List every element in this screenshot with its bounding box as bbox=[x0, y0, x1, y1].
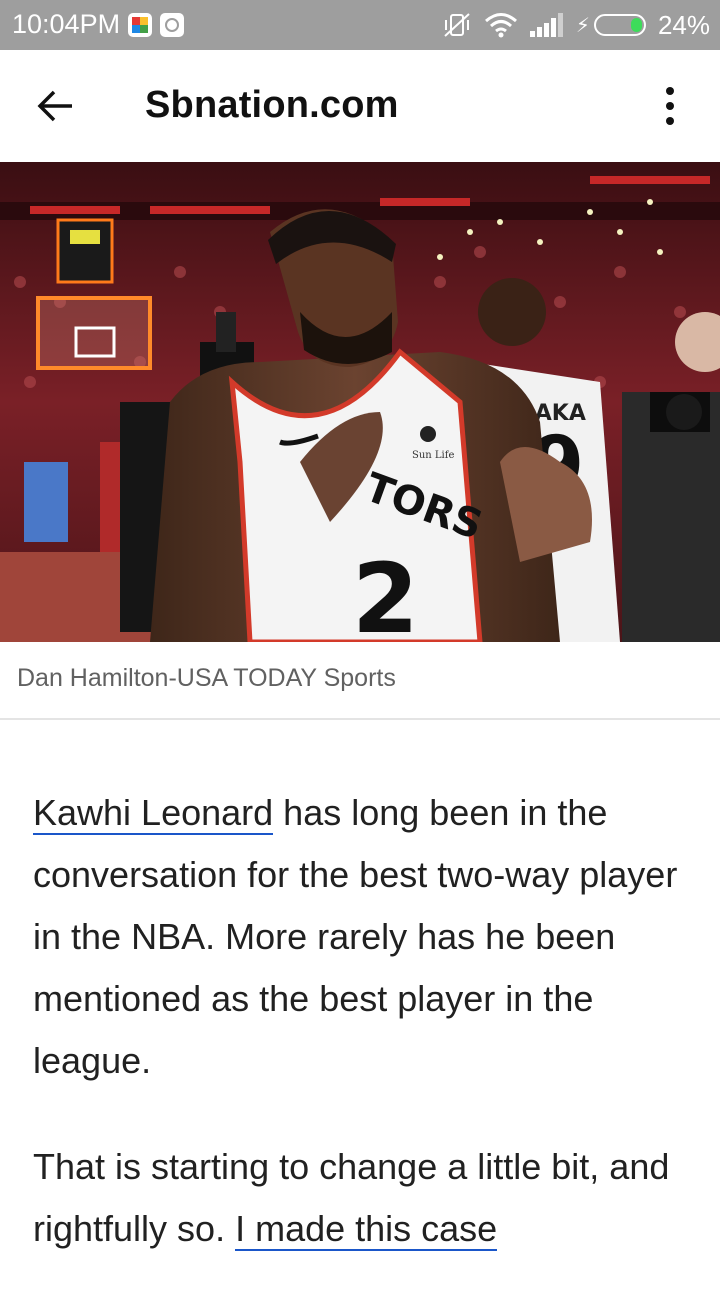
wifi-icon bbox=[484, 13, 517, 38]
back-button[interactable] bbox=[26, 76, 86, 136]
vibrate-off-icon bbox=[444, 13, 470, 37]
status-time: 10:04PM bbox=[12, 9, 121, 39]
battery-percent: 24% bbox=[657, 9, 710, 40]
status-bar: 10:04PM ⚡ 24% bbox=[0, 0, 720, 50]
basketball-photo: BAKA 9 Sun Life TORS 2 bbox=[0, 162, 720, 642]
photos-notification-icon bbox=[128, 13, 152, 37]
paragraph-text: has long been in the conversation for th… bbox=[33, 792, 678, 1081]
svg-text:Sun Life: Sun Life bbox=[412, 450, 454, 461]
case-link[interactable]: I made this case bbox=[235, 1208, 498, 1251]
more-options-button[interactable] bbox=[640, 76, 700, 136]
arrow-left-icon bbox=[37, 90, 72, 122]
battery-icon bbox=[593, 14, 646, 36]
charging-icon: ⚡ bbox=[575, 14, 590, 37]
photo-credit: Dan Hamilton-USA TODAY Sports bbox=[17, 664, 396, 692]
article-paragraph: That is starting to change a little bit,… bbox=[33, 1136, 693, 1260]
article-paragraph: Kawhi Leonard has long been in the conve… bbox=[33, 782, 693, 1092]
status-icons: ⚡ 24% bbox=[442, 9, 710, 41]
image-caption: Dan Hamilton-USA TODAY Sports bbox=[0, 642, 720, 720]
game-notification-icon bbox=[160, 13, 184, 37]
app-bar: Sbnation.com bbox=[0, 50, 720, 162]
battery-level-fill bbox=[630, 18, 642, 32]
more-vertical-icon bbox=[666, 87, 674, 125]
player-link[interactable]: Kawhi Leonard bbox=[33, 792, 274, 835]
article-hero-image[interactable]: BAKA 9 Sun Life TORS 2 bbox=[0, 162, 720, 642]
page-title: Sbnation.com bbox=[145, 84, 399, 126]
jersey-number: 2 bbox=[352, 543, 419, 642]
article-body: Kawhi Leonard has long been in the conve… bbox=[33, 782, 693, 1304]
signal-icon bbox=[529, 13, 563, 37]
